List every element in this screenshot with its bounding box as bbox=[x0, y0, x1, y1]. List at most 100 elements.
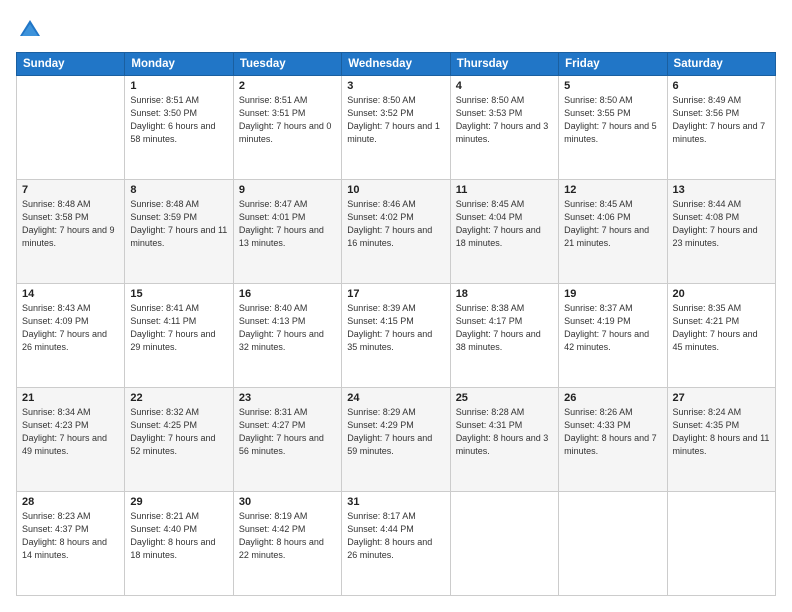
day-info: Sunrise: 8:51 AM Sunset: 3:51 PM Dayligh… bbox=[239, 94, 336, 146]
day-info: Sunrise: 8:40 AM Sunset: 4:13 PM Dayligh… bbox=[239, 302, 336, 354]
day-number: 2 bbox=[239, 80, 336, 92]
day-number: 22 bbox=[130, 392, 227, 404]
day-info: Sunrise: 8:38 AM Sunset: 4:17 PM Dayligh… bbox=[456, 302, 553, 354]
day-cell: 4 Sunrise: 8:50 AM Sunset: 3:53 PM Daylig… bbox=[450, 76, 558, 180]
week-row-1: 1 Sunrise: 8:51 AM Sunset: 3:50 PM Daylig… bbox=[17, 76, 776, 180]
day-cell: 21 Sunrise: 8:34 AM Sunset: 4:23 PM Dayli… bbox=[17, 388, 125, 492]
day-cell: 28 Sunrise: 8:23 AM Sunset: 4:37 PM Dayli… bbox=[17, 492, 125, 596]
day-number: 1 bbox=[130, 80, 227, 92]
day-number: 5 bbox=[564, 80, 661, 92]
day-info: Sunrise: 8:31 AM Sunset: 4:27 PM Dayligh… bbox=[239, 406, 336, 458]
day-cell: 12Sunrise: 8:45 AM Sunset: 4:06 PM Dayli… bbox=[559, 180, 667, 284]
weekday-header-wednesday: Wednesday bbox=[342, 53, 450, 76]
day-cell: 29 Sunrise: 8:21 AM Sunset: 4:40 PM Dayli… bbox=[125, 492, 233, 596]
day-number: 4 bbox=[456, 80, 553, 92]
day-info: Sunrise: 8:29 AM Sunset: 4:29 PM Dayligh… bbox=[347, 406, 444, 458]
weekday-header-sunday: Sunday bbox=[17, 53, 125, 76]
day-cell: 18 Sunrise: 8:38 AM Sunset: 4:17 PM Dayli… bbox=[450, 284, 558, 388]
day-cell: 11 Sunrise: 8:45 AM Sunset: 4:04 PM Dayli… bbox=[450, 180, 558, 284]
day-cell bbox=[17, 76, 125, 180]
page: SundayMondayTuesdayWednesdayThursdayFrid… bbox=[0, 0, 792, 612]
day-info: Sunrise: 8:47 AM Sunset: 4:01 PM Dayligh… bbox=[239, 198, 336, 250]
logo bbox=[16, 16, 48, 44]
weekday-header-saturday: Saturday bbox=[667, 53, 775, 76]
day-cell: 9 Sunrise: 8:47 AM Sunset: 4:01 PM Daylig… bbox=[233, 180, 341, 284]
day-cell: 2 Sunrise: 8:51 AM Sunset: 3:51 PM Daylig… bbox=[233, 76, 341, 180]
day-number: 10 bbox=[347, 184, 444, 196]
day-cell: 26 Sunrise: 8:26 AM Sunset: 4:33 PM Dayli… bbox=[559, 388, 667, 492]
day-cell: 20 Sunrise: 8:35 AM Sunset: 4:21 PM Dayli… bbox=[667, 284, 775, 388]
day-number: 29 bbox=[130, 496, 227, 508]
week-row-3: 14Sunrise: 8:43 AM Sunset: 4:09 PM Dayli… bbox=[17, 284, 776, 388]
day-info: Sunrise: 8:35 AM Sunset: 4:21 PM Dayligh… bbox=[673, 302, 770, 354]
day-number: 31 bbox=[347, 496, 444, 508]
day-info: Sunrise: 8:26 AM Sunset: 4:33 PM Dayligh… bbox=[564, 406, 661, 458]
day-number: 19 bbox=[564, 288, 661, 300]
day-info: Sunrise: 8:45 AM Sunset: 4:04 PM Dayligh… bbox=[456, 198, 553, 250]
day-info: Sunrise: 8:23 AM Sunset: 4:37 PM Dayligh… bbox=[22, 510, 119, 562]
weekday-header-thursday: Thursday bbox=[450, 53, 558, 76]
day-number: 3 bbox=[347, 80, 444, 92]
weekday-header-tuesday: Tuesday bbox=[233, 53, 341, 76]
day-info: Sunrise: 8:19 AM Sunset: 4:42 PM Dayligh… bbox=[239, 510, 336, 562]
weekday-header-friday: Friday bbox=[559, 53, 667, 76]
day-number: 30 bbox=[239, 496, 336, 508]
day-info: Sunrise: 8:50 AM Sunset: 3:52 PM Dayligh… bbox=[347, 94, 444, 146]
day-number: 11 bbox=[456, 184, 553, 196]
day-info: Sunrise: 8:50 AM Sunset: 3:53 PM Dayligh… bbox=[456, 94, 553, 146]
week-row-4: 21 Sunrise: 8:34 AM Sunset: 4:23 PM Dayli… bbox=[17, 388, 776, 492]
day-number: 16 bbox=[239, 288, 336, 300]
day-info: Sunrise: 8:44 AM Sunset: 4:08 PM Dayligh… bbox=[673, 198, 770, 250]
day-cell: 27Sunrise: 8:24 AM Sunset: 4:35 PM Dayli… bbox=[667, 388, 775, 492]
day-cell: 30 Sunrise: 8:19 AM Sunset: 4:42 PM Dayli… bbox=[233, 492, 341, 596]
day-info: Sunrise: 8:28 AM Sunset: 4:31 PM Dayligh… bbox=[456, 406, 553, 458]
day-info: Sunrise: 8:24 AM Sunset: 4:35 PM Dayligh… bbox=[673, 406, 770, 458]
day-number: 6 bbox=[673, 80, 770, 92]
day-number: 7 bbox=[22, 184, 119, 196]
week-row-5: 28 Sunrise: 8:23 AM Sunset: 4:37 PM Dayli… bbox=[17, 492, 776, 596]
day-cell: 13 Sunrise: 8:44 AM Sunset: 4:08 PM Dayli… bbox=[667, 180, 775, 284]
day-info: Sunrise: 8:39 AM Sunset: 4:15 PM Dayligh… bbox=[347, 302, 444, 354]
day-info: Sunrise: 8:50 AM Sunset: 3:55 PM Dayligh… bbox=[564, 94, 661, 146]
day-number: 9 bbox=[239, 184, 336, 196]
day-number: 28 bbox=[22, 496, 119, 508]
day-cell: 31 Sunrise: 8:17 AM Sunset: 4:44 PM Dayli… bbox=[342, 492, 450, 596]
day-info: Sunrise: 8:49 AM Sunset: 3:56 PM Dayligh… bbox=[673, 94, 770, 146]
day-number: 25 bbox=[456, 392, 553, 404]
day-info: Sunrise: 8:41 AM Sunset: 4:11 PM Dayligh… bbox=[130, 302, 227, 354]
day-number: 18 bbox=[456, 288, 553, 300]
day-cell bbox=[667, 492, 775, 596]
day-cell: 23 Sunrise: 8:31 AM Sunset: 4:27 PM Dayli… bbox=[233, 388, 341, 492]
day-info: Sunrise: 8:48 AM Sunset: 3:58 PM Dayligh… bbox=[22, 198, 119, 250]
day-cell bbox=[559, 492, 667, 596]
weekday-header-row: SundayMondayTuesdayWednesdayThursdayFrid… bbox=[17, 53, 776, 76]
header bbox=[16, 16, 776, 44]
day-info: Sunrise: 8:51 AM Sunset: 3:50 PM Dayligh… bbox=[130, 94, 227, 146]
day-cell: 24 Sunrise: 8:29 AM Sunset: 4:29 PM Dayli… bbox=[342, 388, 450, 492]
day-info: Sunrise: 8:21 AM Sunset: 4:40 PM Dayligh… bbox=[130, 510, 227, 562]
day-info: Sunrise: 8:48 AM Sunset: 3:59 PM Dayligh… bbox=[130, 198, 227, 250]
day-number: 14 bbox=[22, 288, 119, 300]
day-number: 21 bbox=[22, 392, 119, 404]
day-cell: 10Sunrise: 8:46 AM Sunset: 4:02 PM Dayli… bbox=[342, 180, 450, 284]
day-cell: 16 Sunrise: 8:40 AM Sunset: 4:13 PM Dayli… bbox=[233, 284, 341, 388]
day-number: 20 bbox=[673, 288, 770, 300]
day-cell: 1 Sunrise: 8:51 AM Sunset: 3:50 PM Daylig… bbox=[125, 76, 233, 180]
day-number: 23 bbox=[239, 392, 336, 404]
day-number: 13 bbox=[673, 184, 770, 196]
day-info: Sunrise: 8:17 AM Sunset: 4:44 PM Dayligh… bbox=[347, 510, 444, 562]
day-number: 24 bbox=[347, 392, 444, 404]
day-cell: 5 Sunrise: 8:50 AM Sunset: 3:55 PM Daylig… bbox=[559, 76, 667, 180]
day-cell: 6 Sunrise: 8:49 AM Sunset: 3:56 PM Daylig… bbox=[667, 76, 775, 180]
day-number: 17 bbox=[347, 288, 444, 300]
week-row-2: 7 Sunrise: 8:48 AM Sunset: 3:58 PM Daylig… bbox=[17, 180, 776, 284]
day-cell: 15Sunrise: 8:41 AM Sunset: 4:11 PM Dayli… bbox=[125, 284, 233, 388]
day-number: 8 bbox=[130, 184, 227, 196]
day-info: Sunrise: 8:45 AM Sunset: 4:06 PM Dayligh… bbox=[564, 198, 661, 250]
day-number: 26 bbox=[564, 392, 661, 404]
day-cell: 25 Sunrise: 8:28 AM Sunset: 4:31 PM Dayli… bbox=[450, 388, 558, 492]
day-info: Sunrise: 8:34 AM Sunset: 4:23 PM Dayligh… bbox=[22, 406, 119, 458]
weekday-header-monday: Monday bbox=[125, 53, 233, 76]
day-cell: 14Sunrise: 8:43 AM Sunset: 4:09 PM Dayli… bbox=[17, 284, 125, 388]
day-cell: 22Sunrise: 8:32 AM Sunset: 4:25 PM Dayli… bbox=[125, 388, 233, 492]
